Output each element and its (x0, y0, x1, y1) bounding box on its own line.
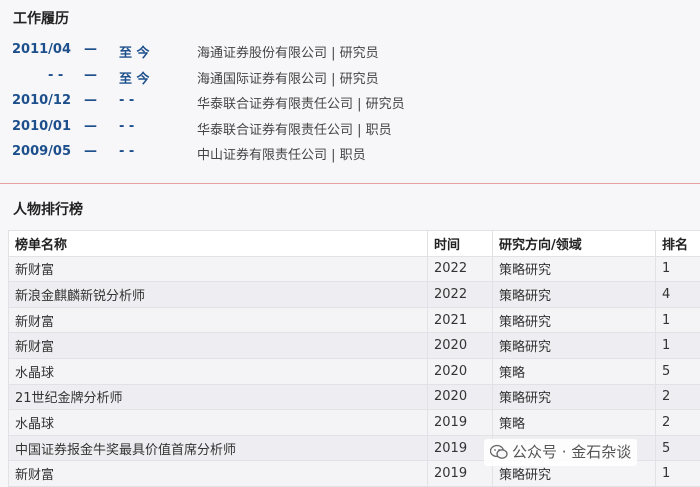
ranking-title: 人物排行榜 (13, 199, 83, 219)
cell-time: 2019 (428, 410, 493, 436)
cell-time: 2022 (428, 256, 493, 282)
cell-field: 策略研究 (493, 282, 656, 308)
cell-rank: 1 (656, 461, 700, 487)
work-dash: — (84, 68, 97, 83)
table-row: 新财富 2022 策略研究 1 (9, 256, 700, 282)
cell-field: 策略 (493, 358, 656, 384)
watermark-text: 公众号 · 金石杂谈 (512, 443, 631, 461)
cell-list-name: 水晶球 (9, 358, 428, 384)
cell-time: 2022 (428, 282, 493, 308)
wechat-icon (490, 444, 508, 464)
col-header-time: 时间 (428, 231, 493, 257)
table-row: 新财富 2021 策略研究 1 (9, 307, 700, 333)
cell-time: 2021 (428, 307, 493, 333)
cell-rank: 1 (656, 333, 700, 359)
cell-time: 2020 (428, 358, 493, 384)
col-header-field: 研究方向/领域 (493, 231, 656, 257)
cell-list-name: 中国证券报金牛奖最具价值首席分析师 (9, 435, 428, 461)
work-start-date: - - (48, 68, 63, 83)
work-company-role: 华泰联合证券有限责任公司 | 研究员 (197, 93, 405, 112)
work-company-role: 海通证券股份有限公司 | 研究员 (197, 42, 379, 61)
work-start-date: 2011/04 (12, 42, 71, 57)
work-start-date: 2010/01 (12, 119, 71, 134)
cell-rank: 2 (656, 410, 700, 436)
cell-list-name: 新浪金麒麟新锐分析师 (9, 282, 428, 308)
work-company-role: 中山证券有限责任公司 | 职员 (197, 144, 366, 163)
cell-field: 策略研究 (493, 384, 656, 410)
table-row: 21世纪金牌分析师 2020 策略研究 2 (9, 384, 700, 410)
cell-time: 2019 (428, 435, 493, 461)
work-end-date: - - (119, 119, 134, 134)
work-end-date: - - (119, 144, 134, 159)
work-history-row: - - — 至 今 海通国际证券有限公司 | 研究员 (0, 63, 700, 89)
cell-list-name: 新财富 (9, 256, 428, 282)
cell-field: 策略 (493, 410, 656, 436)
work-start-date: 2009/05 (12, 144, 71, 159)
cell-rank: 1 (656, 307, 700, 333)
work-start-date: 2010/12 (12, 93, 71, 108)
col-header-list-name: 榜单名称 (9, 231, 428, 257)
work-end-date: - - (119, 93, 134, 108)
cell-rank: 1 (656, 256, 700, 282)
work-history-row: 2009/05 — - - 中山证券有限责任公司 | 职员 (0, 139, 700, 165)
work-end-date: 至 今 (119, 42, 150, 61)
cell-rank: 5 (656, 435, 700, 461)
table-row: 水晶球 2020 策略 5 (9, 358, 700, 384)
work-history-title: 工作履历 (13, 8, 69, 28)
cell-list-name: 新财富 (9, 333, 428, 359)
cell-time: 2019 (428, 461, 493, 487)
cell-list-name: 新财富 (9, 307, 428, 333)
work-dash: — (84, 42, 97, 57)
cell-list-name: 21世纪金牌分析师 (9, 384, 428, 410)
work-company-role: 海通国际证券有限公司 | 研究员 (197, 68, 379, 87)
cell-list-name: 水晶球 (9, 410, 428, 436)
cell-time: 2020 (428, 384, 493, 410)
cell-time: 2020 (428, 333, 493, 359)
cell-rank: 2 (656, 384, 700, 410)
col-header-rank: 排名 (656, 231, 700, 257)
work-history-row: 2010/12 — - - 华泰联合证券有限责任公司 | 研究员 (0, 88, 700, 114)
cell-field: 策略研究 (493, 256, 656, 282)
cell-field: 策略研究 (493, 307, 656, 333)
table-row: 新浪金麒麟新锐分析师 2022 策略研究 4 (9, 282, 700, 308)
work-history-row: 2010/01 — - - 华泰联合证券有限责任公司 | 职员 (0, 114, 700, 140)
work-dash: — (84, 93, 97, 108)
cell-field: 策略研究 (493, 333, 656, 359)
work-dash: — (84, 119, 97, 134)
cell-rank: 4 (656, 282, 700, 308)
cell-rank: 5 (656, 358, 700, 384)
work-dash: — (84, 144, 97, 159)
cell-list-name: 新财富 (9, 461, 428, 487)
section-divider (0, 183, 700, 184)
table-row: 水晶球 2019 策略 2 (9, 410, 700, 436)
table-row: 新财富 2020 策略研究 1 (9, 333, 700, 359)
work-end-date: 至 今 (119, 68, 150, 87)
work-history-list: 2011/04 — 至 今 海通证券股份有限公司 | 研究员 - - — 至 今… (0, 37, 700, 165)
work-history-row: 2011/04 — 至 今 海通证券股份有限公司 | 研究员 (0, 37, 700, 63)
ranking-header-row: 榜单名称 时间 研究方向/领域 排名 (9, 231, 700, 257)
watermark: 公众号 · 金石杂谈 (484, 439, 637, 466)
work-company-role: 华泰联合证券有限责任公司 | 职员 (197, 119, 392, 138)
